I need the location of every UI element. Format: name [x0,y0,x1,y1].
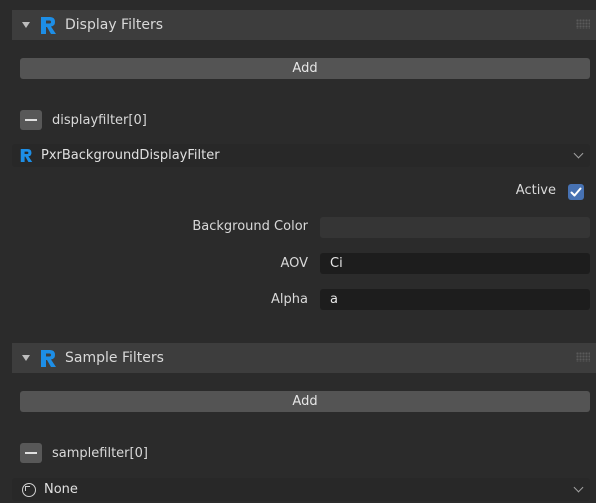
collapse-arrow-icon[interactable] [22,355,30,361]
add-sample-filter-button[interactable]: Add [20,391,590,412]
add-display-filter-button[interactable]: Add [20,58,590,79]
display-filter-type-dropdown[interactable]: PxrBackgroundDisplayFilter [12,144,590,167]
dropdown-value: None [44,482,78,497]
sample-filter-item-label: samplefilter[0] [52,446,148,461]
chevron-down-icon [573,482,584,493]
active-label: Active [515,183,556,198]
aov-label: AOV [280,256,308,271]
circle-icon [22,482,36,497]
alpha-value: a [330,292,338,307]
renderman-logo-icon [41,16,56,34]
panel-title: Sample Filters [65,350,164,366]
minus-icon [25,119,37,121]
panel-title: Display Filters [65,17,164,33]
checkmark-icon [570,187,582,197]
chevron-down-icon [573,148,584,159]
active-checkbox[interactable] [568,184,584,200]
minus-icon [25,452,37,454]
sample-filters-header[interactable]: Sample Filters [12,343,596,373]
drag-grip-icon[interactable] [576,352,590,362]
remove-display-filter-button[interactable] [20,110,42,130]
renderman-logo-icon [20,149,33,162]
remove-sample-filter-button[interactable] [20,443,42,463]
background-color-label: Background Color [192,219,308,234]
display-filter-item-label: displayfilter[0] [52,113,147,128]
drag-grip-icon[interactable] [576,19,590,29]
alpha-label: Alpha [271,292,308,307]
background-color-swatch[interactable] [320,217,590,238]
display-filters-header[interactable]: Display Filters [12,10,596,40]
aov-field[interactable]: Ci [320,253,590,274]
dropdown-value: PxrBackgroundDisplayFilter [41,148,220,163]
renderman-logo-icon [41,349,56,367]
sample-filter-type-dropdown[interactable]: None [12,478,590,501]
aov-value: Ci [330,256,343,271]
collapse-arrow-icon[interactable] [22,22,30,28]
alpha-field[interactable]: a [320,289,590,310]
